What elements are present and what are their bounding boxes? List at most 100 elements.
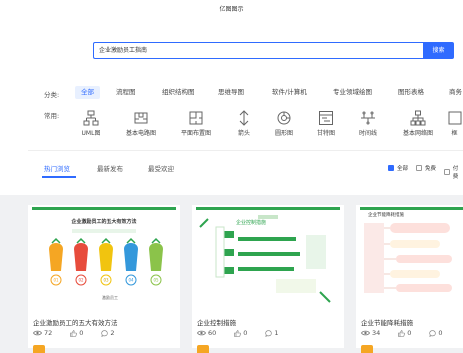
gantt-icon bbox=[319, 111, 333, 125]
divider bbox=[28, 150, 463, 151]
card-thumbnail[interactable]: 企业节能降耗措施 bbox=[360, 207, 463, 309]
thumb-heading: 企业激励员工的五大有效方法 bbox=[70, 218, 136, 225]
card-thumbnail[interactable]: 企业控制措施 bbox=[196, 207, 340, 309]
page-title: 亿图图示 bbox=[219, 6, 244, 13]
tool-gantt[interactable]: 甘特图 bbox=[304, 110, 348, 137]
eye-icon bbox=[361, 330, 370, 336]
checkbox-icon bbox=[416, 165, 422, 171]
card-stats: 34 0 0 bbox=[361, 329, 461, 337]
views: 34 bbox=[361, 329, 380, 337]
thumb-num: 03 bbox=[103, 278, 109, 283]
card-title[interactable]: 企业激励员工的五大有效方法 bbox=[33, 317, 118, 327]
likes[interactable]: 0 bbox=[398, 329, 411, 337]
uml-icon bbox=[83, 110, 99, 126]
category-software[interactable]: 软件/计算机 bbox=[272, 86, 307, 99]
comment-icon bbox=[101, 329, 109, 337]
template-card[interactable]: 企业激励员工的五大有效方法 01 02 03 04 05 激励员工 企业激励员工… bbox=[28, 205, 180, 353]
eye-icon bbox=[33, 330, 42, 336]
category-business[interactable]: 商务 bbox=[449, 86, 462, 99]
tool-label: 箭头 bbox=[237, 130, 250, 137]
tool-label: 时间线 bbox=[358, 130, 377, 137]
avatar[interactable] bbox=[361, 345, 373, 353]
category-all[interactable]: 全部 bbox=[75, 86, 100, 99]
tab-latest[interactable]: 最新发布 bbox=[97, 163, 123, 173]
tool-uml[interactable]: UML图 bbox=[69, 110, 113, 137]
tool-label: 甘特图 bbox=[316, 130, 335, 137]
filter-all[interactable]: 全部 bbox=[388, 164, 408, 172]
circle-chart-icon bbox=[277, 111, 291, 125]
filter-paid[interactable]: 付费 bbox=[444, 164, 463, 180]
comments[interactable]: 1 bbox=[265, 329, 279, 337]
filter-label: 付费 bbox=[452, 166, 459, 180]
tool-basic-circuit[interactable]: 基本电路图 bbox=[119, 110, 163, 137]
views: 72 bbox=[33, 329, 52, 337]
card-title[interactable]: 企业节能降耗措施 bbox=[361, 317, 413, 327]
category-mind-map[interactable]: 思维导图 bbox=[218, 86, 244, 99]
thumbnail-preview: 企业节能降耗措施 bbox=[360, 207, 463, 309]
likes-count: 0 bbox=[243, 329, 248, 337]
tool-circle[interactable]: 圆形图 bbox=[262, 110, 306, 137]
category-org-chart[interactable]: 组织结构图 bbox=[162, 86, 195, 99]
tab-hot[interactable]: 热门浏览 bbox=[44, 163, 70, 173]
tool-floor-plan[interactable]: 平面布置图 bbox=[174, 110, 218, 137]
filter-label: 免费 bbox=[425, 166, 437, 172]
comments[interactable]: 0 bbox=[429, 329, 443, 337]
tool-timeline[interactable]: 时间线 bbox=[346, 110, 390, 137]
thumb-num: 04 bbox=[128, 278, 134, 283]
card-stats: 60 0 1 bbox=[197, 329, 297, 337]
common-row-label: 常用: bbox=[44, 112, 60, 120]
category-graphic-table[interactable]: 图形表格 bbox=[398, 86, 424, 99]
likes-count: 0 bbox=[407, 329, 412, 337]
search-input[interactable]: 企业激励员工指南 bbox=[93, 42, 423, 59]
floor-plan-icon bbox=[189, 111, 203, 125]
avatar[interactable] bbox=[33, 345, 45, 353]
thumb-num: 05 bbox=[153, 278, 159, 283]
views-count: 34 bbox=[372, 329, 381, 337]
thumb-heading: 企业控制措施 bbox=[236, 219, 266, 226]
thumb-footer: 激励员工 bbox=[102, 294, 118, 300]
comment-icon bbox=[429, 329, 437, 337]
timeline-icon bbox=[361, 111, 375, 125]
views-count: 72 bbox=[44, 329, 53, 337]
eye-icon bbox=[197, 330, 206, 336]
tool-label: 基本电路图 bbox=[125, 130, 156, 137]
network-icon bbox=[410, 110, 426, 126]
thumbs-up-icon bbox=[234, 329, 242, 337]
tool-label: 框 bbox=[451, 130, 458, 137]
likes-count: 0 bbox=[79, 329, 84, 337]
search-button[interactable]: 搜索 bbox=[423, 42, 454, 59]
tab-popular[interactable]: 最受欢迎 bbox=[148, 163, 174, 173]
template-card[interactable]: 企业控制措施 企业控制措施 60 0 1 bbox=[192, 205, 344, 353]
tool-arrow[interactable]: 箭头 bbox=[222, 110, 266, 137]
card-title[interactable]: 企业控制措施 bbox=[197, 317, 236, 327]
tool-label: UML图 bbox=[81, 130, 101, 137]
comment-icon bbox=[265, 329, 273, 337]
card-stats: 72 0 2 bbox=[33, 329, 133, 337]
thumbnail-preview: 企业激励员工的五大有效方法 01 02 03 04 05 激励员工 bbox=[32, 207, 176, 309]
comments-count: 0 bbox=[438, 329, 443, 337]
thumb-num: 02 bbox=[78, 278, 84, 283]
avatar[interactable] bbox=[197, 345, 209, 353]
tool-label: 圆形图 bbox=[274, 130, 293, 137]
category-flowchart[interactable]: 流程图 bbox=[116, 86, 136, 99]
tool-frame[interactable]: 框 bbox=[446, 110, 463, 137]
comments-count: 1 bbox=[274, 329, 279, 337]
comments[interactable]: 2 bbox=[101, 329, 115, 337]
category-row-label: 分类: bbox=[44, 91, 60, 99]
frame-icon bbox=[448, 111, 461, 125]
likes[interactable]: 0 bbox=[70, 329, 83, 337]
card-thumbnail[interactable]: 企业激励员工的五大有效方法 01 02 03 04 05 激励员工 bbox=[32, 207, 176, 309]
thumb-heading: 企业节能降耗措施 bbox=[368, 211, 404, 218]
thumb-num: 01 bbox=[53, 278, 59, 283]
filter-free[interactable]: 免费 bbox=[416, 164, 436, 172]
checkbox-icon bbox=[444, 169, 450, 175]
checkbox-checked-icon bbox=[388, 165, 394, 171]
category-professional[interactable]: 专业领域绘图 bbox=[333, 86, 372, 99]
comments-count: 2 bbox=[110, 329, 115, 337]
tool-basic-network[interactable]: 基本网络图 bbox=[396, 110, 440, 137]
likes[interactable]: 0 bbox=[234, 329, 247, 337]
thumbs-up-icon bbox=[70, 329, 78, 337]
circuit-icon bbox=[134, 112, 148, 124]
tool-label: 平面布置图 bbox=[180, 130, 211, 137]
template-card[interactable]: 企业节能降耗措施 企业节能降耗措施 34 0 0 bbox=[356, 205, 463, 353]
